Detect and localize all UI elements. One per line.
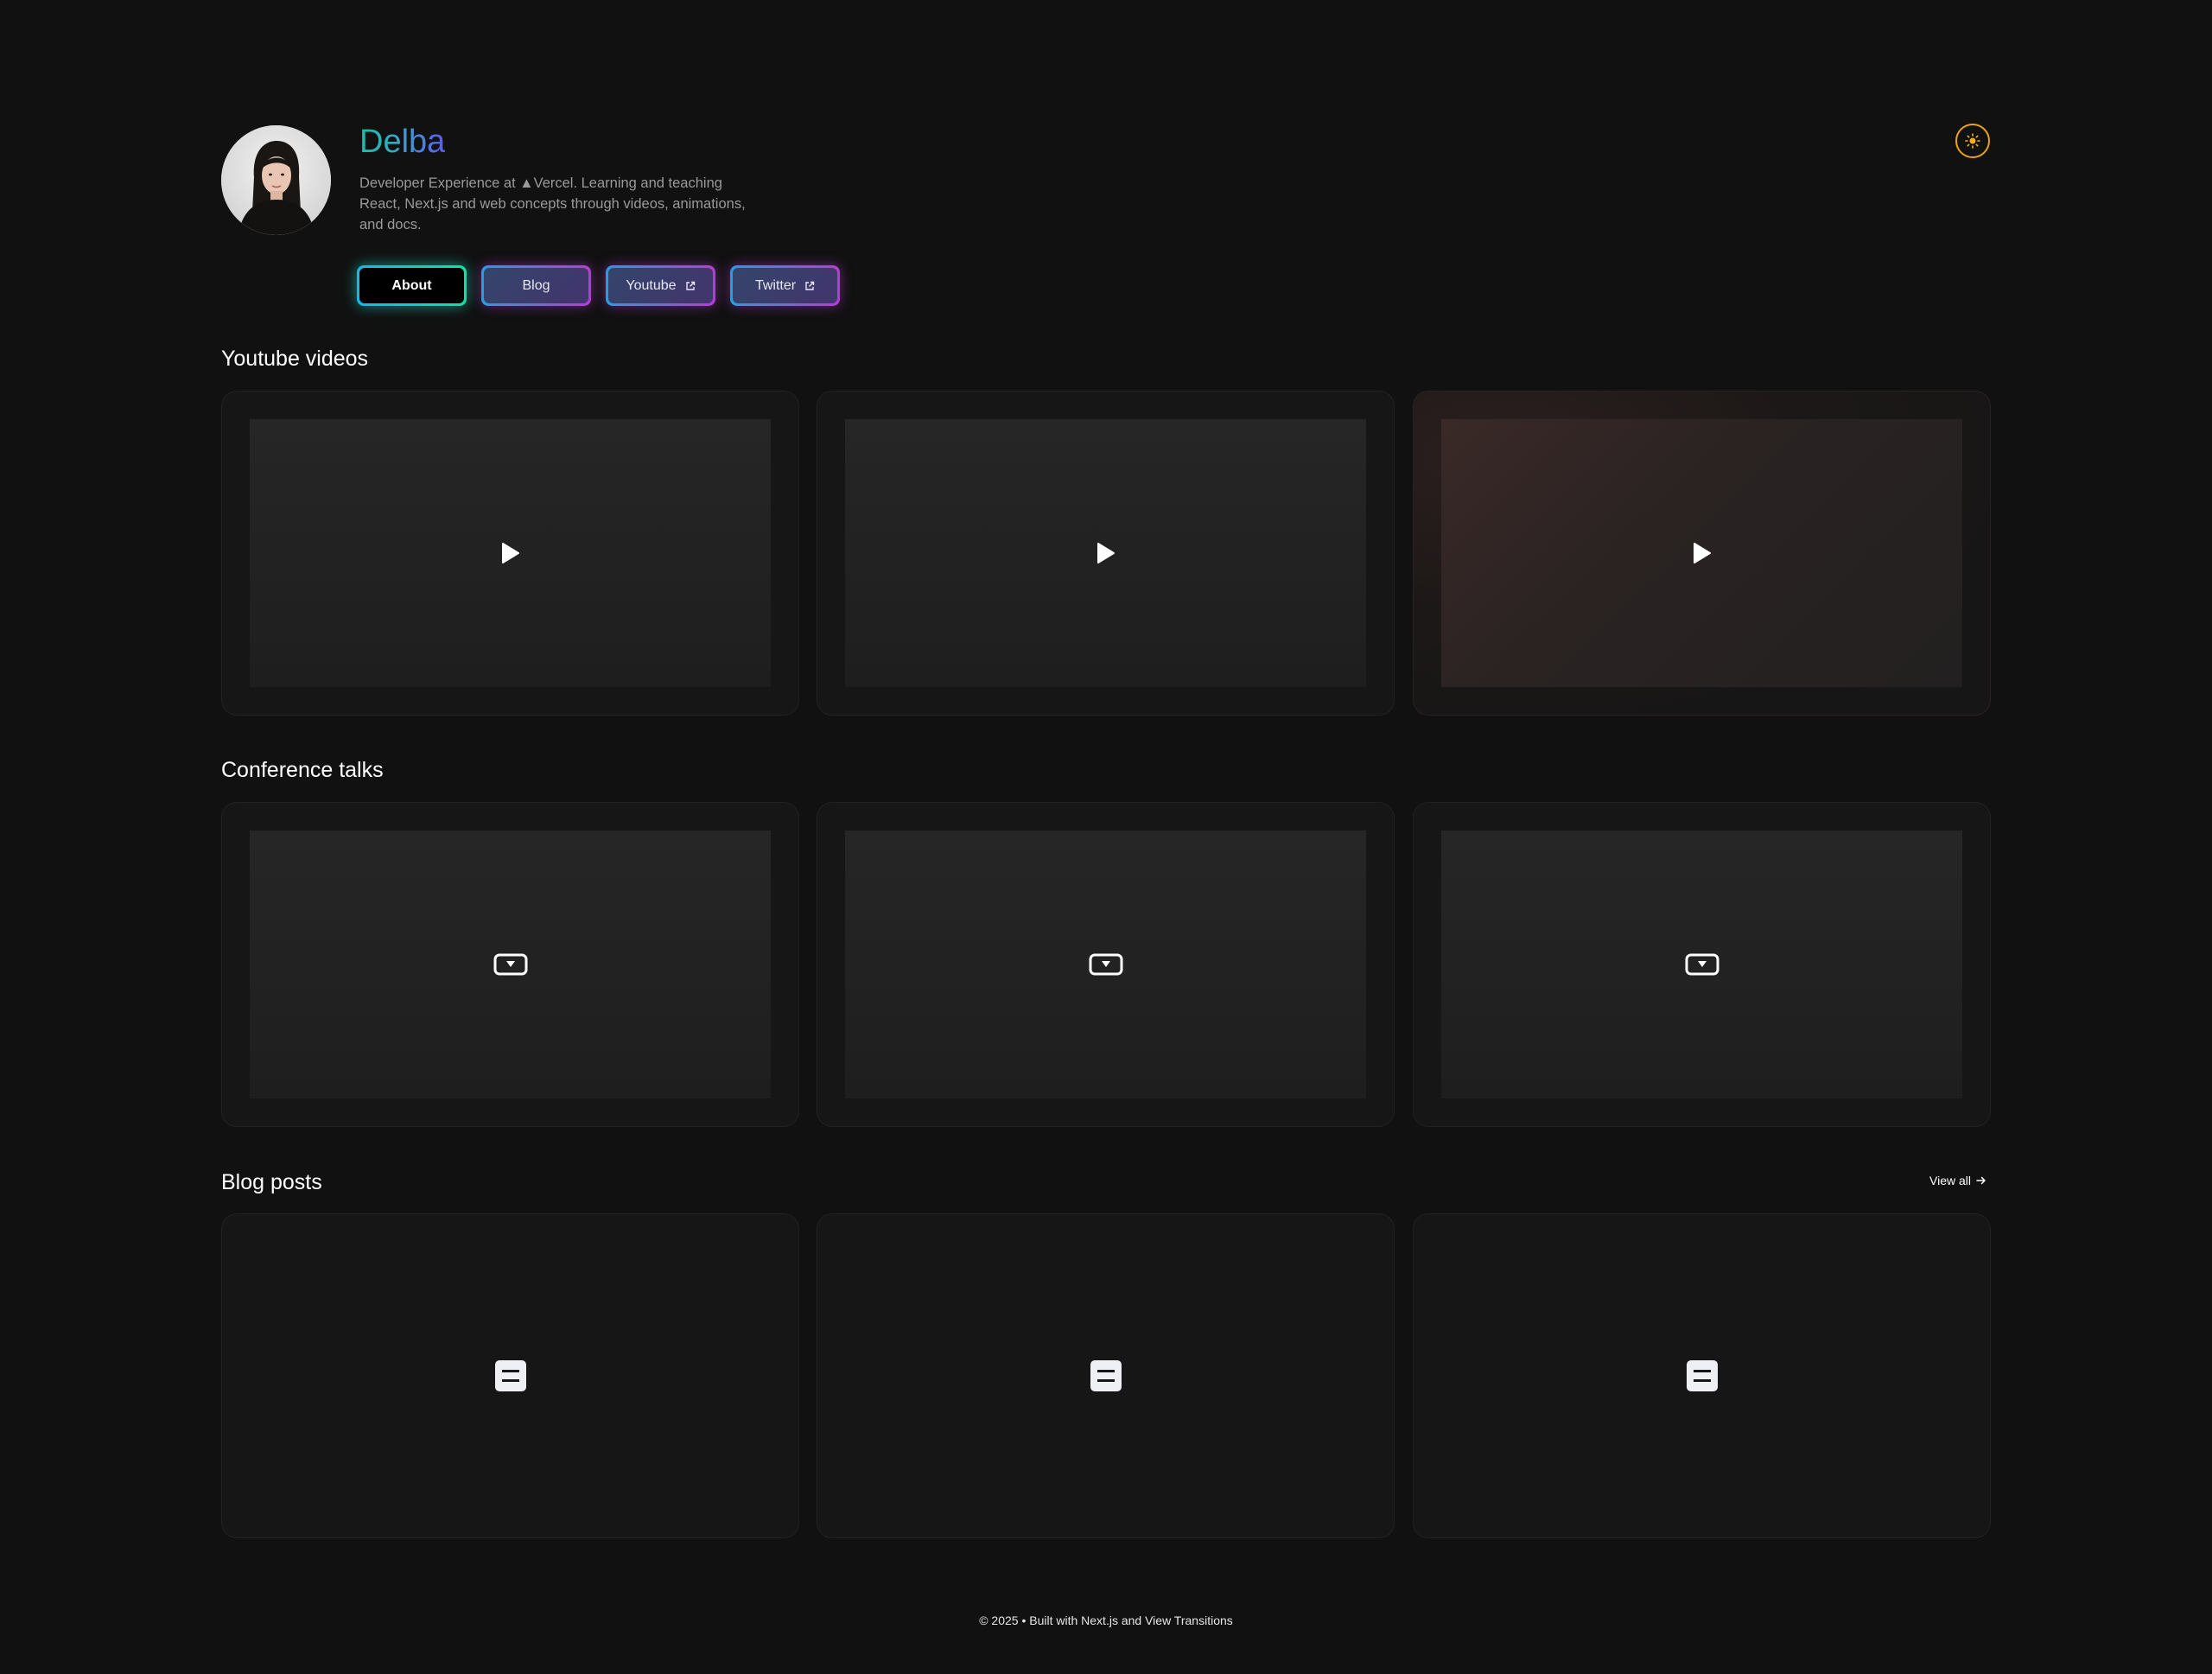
main-nav: About Blog Youtube Twitter bbox=[357, 265, 840, 306]
video-thumbnail bbox=[1441, 419, 1962, 687]
play-icon bbox=[501, 543, 519, 563]
conference-talk-card[interactable] bbox=[817, 802, 1395, 1127]
youtube-video-card[interactable] bbox=[1413, 391, 1991, 716]
view-all-label: View all bbox=[1929, 1174, 1971, 1187]
nav-youtube-link[interactable]: Youtube bbox=[606, 265, 715, 306]
profile-bio: Developer Experience at ▲Vercel. Learnin… bbox=[359, 175, 746, 232]
document-icon bbox=[1686, 1360, 1718, 1391]
footer: © 2025 • Built with Next.js and View Tra… bbox=[979, 1614, 1233, 1627]
nav-about-button[interactable]: About bbox=[357, 265, 467, 306]
presentation-icon bbox=[1685, 953, 1719, 976]
avatar bbox=[221, 125, 331, 235]
external-link-icon bbox=[685, 281, 695, 290]
blog-section-title: Blog posts bbox=[221, 1170, 322, 1194]
youtube-video-card[interactable] bbox=[221, 391, 799, 716]
document-icon bbox=[1090, 1360, 1122, 1391]
nav-blog-button[interactable]: Blog bbox=[481, 265, 591, 306]
theme-toggle-button[interactable] bbox=[1955, 124, 1990, 158]
conference-talk-card[interactable] bbox=[1413, 802, 1991, 1127]
talk-thumbnail bbox=[250, 831, 771, 1098]
play-icon bbox=[1096, 543, 1115, 563]
talk-thumbnail bbox=[1441, 831, 1962, 1098]
video-thumbnail bbox=[250, 419, 771, 687]
talk-thumbnail bbox=[845, 831, 1366, 1098]
play-icon bbox=[1693, 543, 1711, 563]
presentation-icon bbox=[493, 953, 527, 976]
conference-talk-card[interactable] bbox=[221, 802, 799, 1127]
blog-post-card[interactable] bbox=[1413, 1213, 1991, 1538]
presentation-icon bbox=[1089, 953, 1122, 976]
nav-twitter-link[interactable]: Twitter bbox=[730, 265, 840, 306]
view-all-link[interactable]: View all bbox=[1929, 1174, 1986, 1187]
sun-icon bbox=[1965, 133, 1980, 149]
document-icon bbox=[494, 1360, 526, 1391]
talks-section-title: Conference talks bbox=[221, 758, 384, 782]
external-link-icon bbox=[805, 281, 815, 290]
blog-post-card[interactable] bbox=[817, 1213, 1395, 1538]
nav-youtube-label: Youtube bbox=[626, 277, 677, 293]
profile-name: Delba bbox=[359, 124, 446, 160]
blog-post-card[interactable] bbox=[221, 1213, 799, 1538]
youtube-section-title: Youtube videos bbox=[221, 347, 369, 371]
nav-twitter-label: Twitter bbox=[754, 277, 797, 293]
nav-blog-label: Blog bbox=[522, 277, 550, 293]
page: Delba Developer Experience at ▲Vercel. L… bbox=[0, 0, 2212, 1674]
nav-about-label: About bbox=[391, 277, 432, 293]
youtube-video-card[interactable] bbox=[817, 391, 1395, 716]
video-thumbnail bbox=[845, 419, 1366, 687]
arrow-right-icon bbox=[1976, 1176, 1986, 1185]
